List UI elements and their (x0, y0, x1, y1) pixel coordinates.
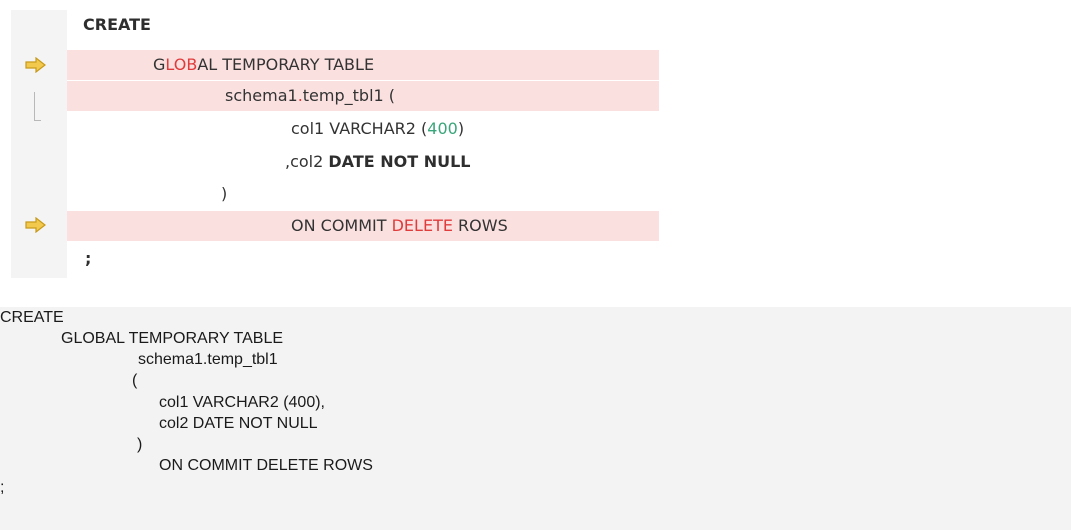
code-token: G (153, 55, 166, 74)
code-token: DATE NOT NULL (328, 152, 471, 171)
fold-bracket-icon (34, 92, 41, 121)
plain-line: col1 VARCHAR2 (400), (159, 394, 325, 411)
plain-line: CREATE (0, 309, 64, 326)
code-token: LOB (165, 55, 198, 74)
code-token: ROWS (452, 216, 508, 235)
code-token: ) (221, 184, 228, 203)
code-line: ) (67, 179, 659, 209)
code-line-changed: ON COMMIT DELETE ROWS (67, 211, 659, 241)
plain-line: ON COMMIT DELETE ROWS (159, 457, 373, 474)
code-token: schema1 (225, 86, 298, 105)
plain-sql-block: CREATE GLOBAL TEMPORARY TABLE schema1.te… (0, 307, 1071, 530)
code-token: DELETE (391, 216, 453, 235)
plain-line: ( (132, 372, 138, 389)
code-line-text: ; (85, 244, 91, 274)
code-line-text: ,col2 DATE NOT NULL (285, 147, 470, 177)
plain-line: GLOBAL TEMPORARY TABLE (61, 330, 284, 347)
code-token: CREATE (83, 15, 151, 34)
code-token: ON COMMIT (291, 216, 392, 235)
code-line: CREATE (67, 10, 659, 40)
code-line-text: GLOBAL TEMPORARY TABLE (153, 50, 374, 80)
arrow-right-icon[interactable] (25, 217, 47, 233)
code-token: ,col2 (285, 152, 329, 171)
code-token: col1 VARCHAR2 ( (291, 119, 428, 138)
diff-gutter (11, 10, 67, 278)
plain-line: col2 DATE NOT NULL (159, 415, 318, 432)
code-line-changed: schema1.temp_tbl1 ( (67, 81, 659, 111)
code-line: ,col2 DATE NOT NULL (67, 147, 659, 177)
code-line: ; (67, 244, 659, 274)
code-line-text: schema1.temp_tbl1 ( (225, 81, 395, 111)
plain-line: schema1.temp_tbl1 (138, 351, 278, 368)
diff-code-view: CREATE GLOBAL TEMPORARY TABLE schema1.te… (11, 10, 659, 278)
code-line: col1 VARCHAR2 (400) (67, 114, 659, 144)
code-token: temp_tbl1 ( (302, 86, 396, 105)
code-token: ; (85, 249, 92, 268)
code-line-changed: GLOBAL TEMPORARY TABLE (67, 50, 659, 80)
plain-line: ; (0, 479, 5, 496)
code-token: AL TEMPORARY TABLE (197, 55, 375, 74)
arrow-right-icon[interactable] (25, 57, 47, 73)
code-token: 400 (427, 119, 458, 138)
code-line-text: col1 VARCHAR2 (400) (291, 114, 464, 144)
plain-line: ) (137, 436, 143, 453)
code-token: ) (457, 119, 465, 138)
code-line-text: ON COMMIT DELETE ROWS (291, 211, 508, 241)
code-line-text: CREATE (83, 10, 151, 40)
code-line-text: ) (221, 179, 227, 209)
